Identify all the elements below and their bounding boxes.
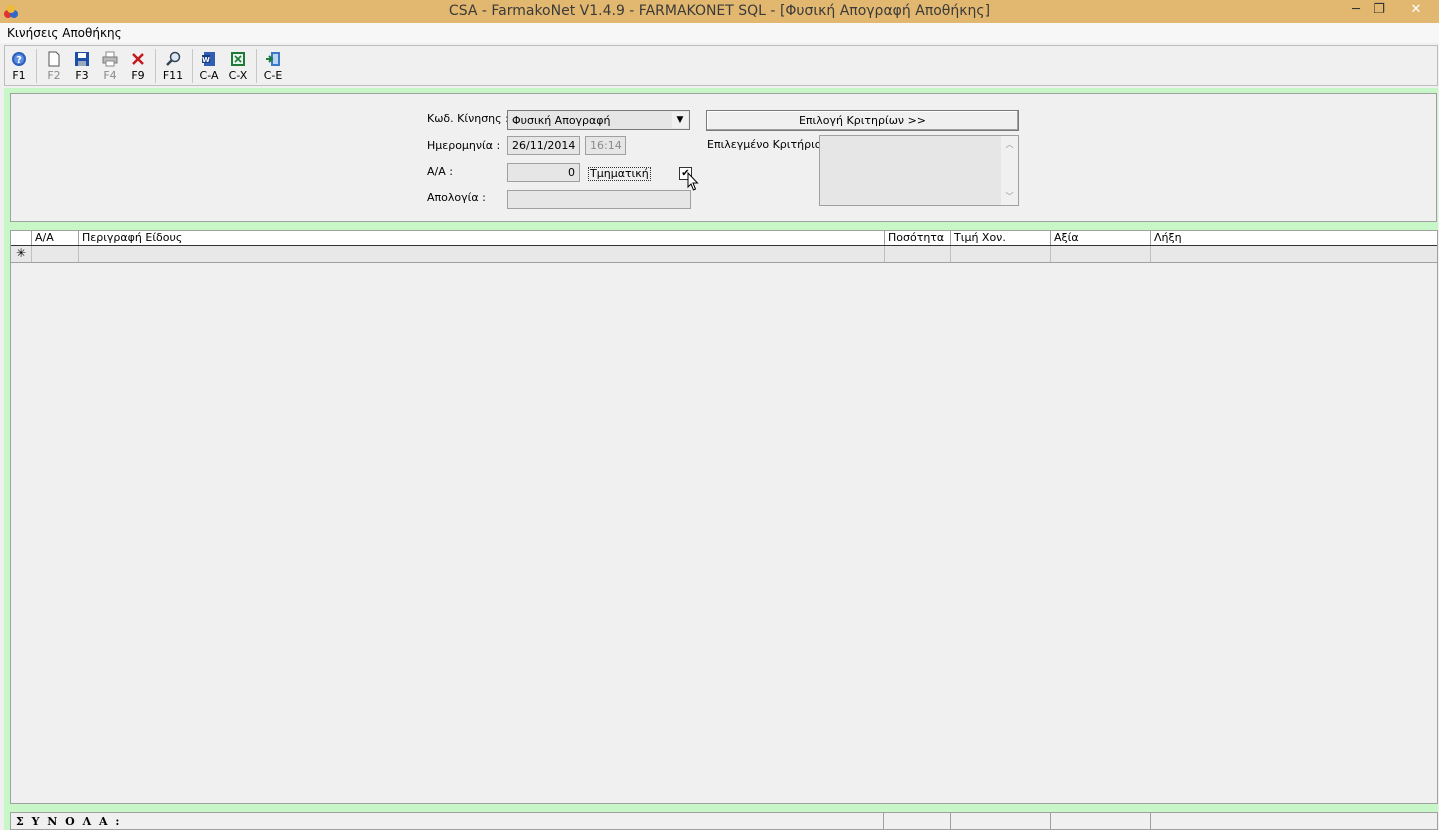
exit-button-label: C-E	[263, 69, 283, 82]
window-title: CSA - FarmakoNet V1.4.9 - FARMAKONET SQL…	[448, 3, 991, 19]
toolbar: ? F1 F2 F3 F4 F9 F11 W C-A C-X C-E	[4, 45, 1438, 86]
search-icon	[166, 51, 181, 66]
menu-bar: Κινήσεις Αποθήκης	[0, 23, 1439, 43]
excel-export-button[interactable]: C-X	[224, 49, 252, 83]
exit-icon	[266, 52, 280, 66]
word-export-button[interactable]: W C-A	[195, 49, 223, 83]
new-button[interactable]: F2	[40, 49, 68, 83]
help-button[interactable]: ? F1	[5, 49, 33, 83]
items-grid[interactable]: Α/Α Περιγραφή Είδους Ποσότητα Τιμή Χον. …	[10, 230, 1438, 804]
save-button-label: F3	[75, 69, 89, 82]
help-icon: ?	[12, 52, 26, 66]
cell-expiry[interactable]	[1151, 246, 1437, 262]
total-expiry-cell	[1150, 813, 1437, 830]
delete-button[interactable]: F9	[124, 49, 152, 83]
scroll-up-icon[interactable]: ︿	[1001, 139, 1018, 150]
column-header-quantity[interactable]: Ποσότητα	[885, 231, 951, 245]
new-document-icon	[48, 51, 60, 67]
new-row-icon: ✳	[11, 246, 32, 262]
time-field[interactable]: 16:14	[585, 136, 626, 155]
toolbar-separator	[256, 49, 257, 83]
selected-criterion-memo[interactable]: ︿ ﹀	[819, 135, 1019, 206]
totals-label: Σ Υ Ν Ο Λ Α :	[16, 815, 122, 828]
excel-export-icon	[231, 52, 245, 66]
date-field[interactable]: 26/11/2014	[507, 136, 580, 155]
svg-text:W: W	[202, 56, 210, 64]
print-icon	[102, 51, 118, 67]
search-button-label: F11	[162, 69, 184, 82]
total-quantity-cell	[883, 813, 950, 830]
toolbar-separator	[192, 49, 193, 83]
column-header-value[interactable]: Αξία	[1051, 231, 1151, 245]
toolbar-separator	[155, 49, 156, 83]
table-row[interactable]: ✳	[11, 246, 1437, 263]
serial-field[interactable]: 0	[507, 163, 580, 182]
cell-wholesale-price[interactable]	[951, 246, 1051, 262]
movement-code-label: Κωδ. Κίνησης :	[427, 112, 509, 125]
menu-item-warehouse-movements[interactable]: Κινήσεις Αποθήκης	[7, 26, 122, 40]
chevron-down-icon[interactable]: ▼	[672, 112, 688, 128]
date-label: Ημερομηνία :	[427, 139, 501, 152]
mouse-cursor-icon	[687, 172, 699, 191]
select-criteria-button[interactable]: Επιλογή Κριτηρίων >>	[706, 110, 1019, 131]
column-header-description[interactable]: Περιγραφή Είδους	[79, 231, 885, 245]
total-value-cell	[1050, 813, 1150, 830]
print-button[interactable]: F4	[96, 49, 124, 83]
cell-description[interactable]	[79, 246, 885, 262]
totals-bar: Σ Υ Ν Ο Λ Α :	[10, 812, 1438, 830]
total-price-cell	[950, 813, 1050, 830]
close-button[interactable]: ✕	[1397, 0, 1435, 21]
row-indicator-header	[11, 231, 32, 245]
memo-scrollbar[interactable]: ︿ ﹀	[1001, 136, 1018, 205]
word-export-icon: W	[202, 52, 215, 66]
scroll-down-icon[interactable]: ﹀	[1001, 191, 1018, 202]
serial-label: Α/Α :	[427, 165, 453, 178]
column-header-aa[interactable]: Α/Α	[32, 231, 79, 245]
delete-button-label: F9	[131, 69, 145, 82]
save-icon	[75, 52, 89, 66]
grid-header: Α/Α Περιγραφή Είδους Ποσότητα Τιμή Χον. …	[11, 231, 1437, 246]
excel-export-button-label: C-X	[228, 69, 248, 82]
reason-label: Απολογία :	[427, 191, 486, 204]
cell-aa[interactable]	[32, 246, 79, 262]
new-button-label: F2	[47, 69, 61, 82]
reason-field[interactable]	[507, 190, 691, 209]
column-header-wholesale-price[interactable]: Τιμή Χον.	[951, 231, 1051, 245]
title-bar: CSA - FarmakoNet V1.4.9 - FARMAKONET SQL…	[0, 0, 1439, 23]
movement-code-select[interactable]: Φυσική Απογραφή ▼	[507, 110, 690, 130]
toolbar-separator	[36, 49, 37, 83]
partial-label: Τμηματική	[588, 167, 651, 181]
selected-criterion-label: Επιλεγμένο Κριτήριο :	[707, 138, 829, 151]
svg-text:?: ?	[16, 55, 22, 66]
help-button-label: F1	[12, 69, 26, 82]
restore-button[interactable]: ❐	[1364, 0, 1394, 21]
column-header-expiry[interactable]: Λήξη	[1151, 231, 1437, 245]
print-button-label: F4	[103, 69, 117, 82]
cell-quantity[interactable]	[885, 246, 951, 262]
exit-button[interactable]: C-E	[259, 49, 287, 83]
delete-icon	[132, 53, 144, 65]
search-button[interactable]: F11	[159, 49, 187, 83]
cell-value[interactable]	[1051, 246, 1151, 262]
save-button[interactable]: F3	[68, 49, 96, 83]
movement-code-value: Φυσική Απογραφή	[512, 114, 611, 127]
word-export-button-label: C-A	[199, 69, 219, 82]
